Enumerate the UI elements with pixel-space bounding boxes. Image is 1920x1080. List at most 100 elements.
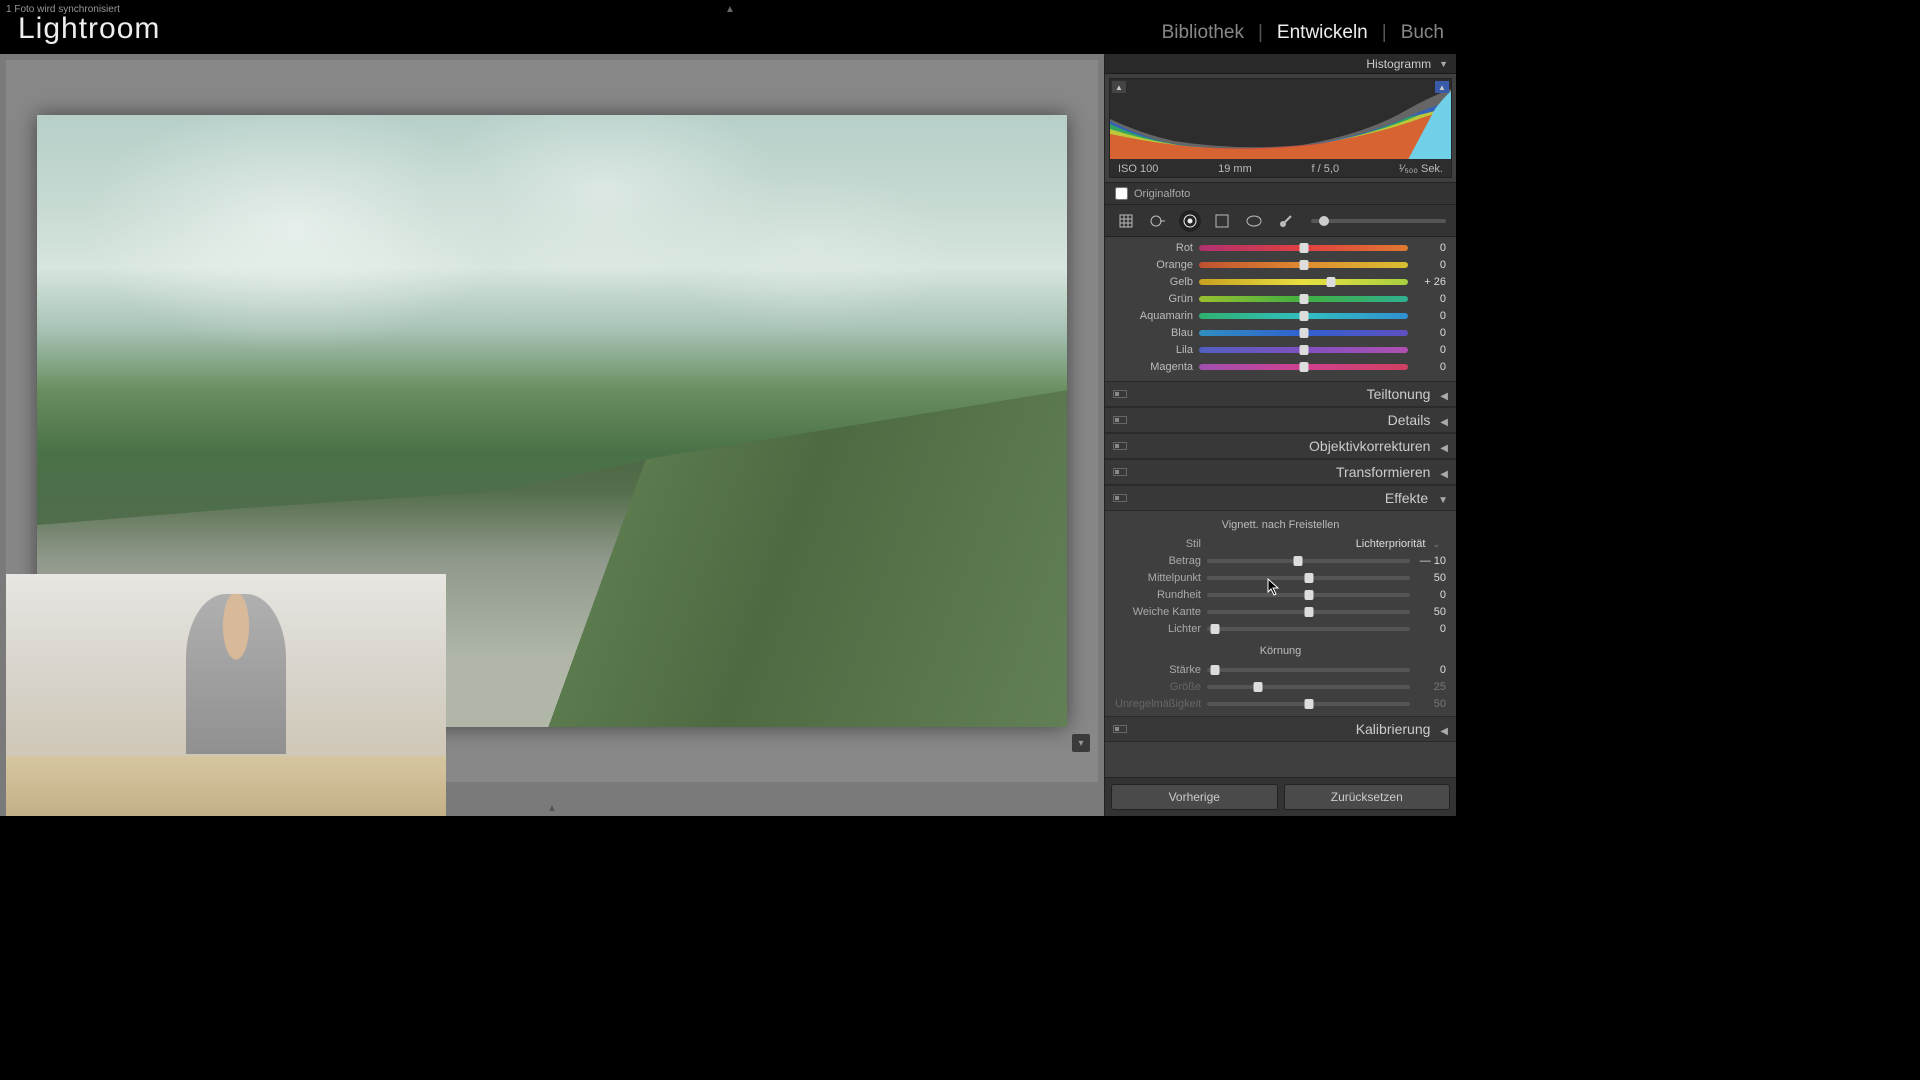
brush-tool-icon[interactable] [1275,210,1297,232]
panel-toggle-switch[interactable] [1113,416,1127,424]
effect-value[interactable]: 0 [1416,589,1446,601]
effect-slider-track[interactable] [1207,593,1410,597]
slider-handle[interactable] [1299,345,1308,355]
calibration-toggle-switch[interactable] [1113,725,1127,733]
slider-handle[interactable] [1304,573,1313,583]
effect-label: Betrag [1115,555,1201,567]
hsl-slider-track[interactable] [1199,245,1408,251]
hsl-slider-track[interactable] [1199,347,1408,353]
graduated-filter-tool-icon[interactable] [1211,210,1233,232]
slider-handle[interactable] [1299,311,1308,321]
app-title: Lightroom [18,12,160,46]
slider-handle[interactable] [1211,624,1220,634]
panel-title: Teiltonung [1367,386,1431,402]
hsl-label: Orange [1115,259,1193,271]
crop-tool-icon[interactable] [1115,210,1137,232]
collapsed-panel-header[interactable]: Details ◀ [1105,407,1456,433]
hsl-value[interactable]: 0 [1414,293,1446,305]
effects-panel-header[interactable]: Effekte ▼ [1105,485,1456,511]
mask-amount-slider[interactable] [1311,219,1446,223]
hsl-slider-track[interactable] [1199,279,1408,285]
module-separator: | [1382,22,1387,44]
effect-slider-track[interactable] [1207,559,1410,563]
slider-handle[interactable] [1304,590,1313,600]
module-book[interactable]: Buch [1401,22,1444,44]
bottom-collapse-handle[interactable]: ▲ [547,803,557,814]
slider-handle[interactable] [1299,294,1308,304]
hsl-value[interactable]: 0 [1414,259,1446,271]
effect-value[interactable]: 50 [1416,606,1446,618]
hsl-value[interactable]: 0 [1414,310,1446,322]
hsl-value[interactable]: + 26 [1414,276,1446,288]
hsl-value[interactable]: 0 [1414,327,1446,339]
reset-button[interactable]: Zurücksetzen [1284,784,1451,810]
hsl-label: Blau [1115,327,1193,339]
panel-toggle-switch[interactable] [1113,442,1127,450]
effect-label: Weiche Kante [1115,606,1201,618]
effect-slider-track[interactable] [1207,702,1410,706]
effect-value[interactable]: 50 [1416,572,1446,584]
panel-scroll-body: Rot 0 Orange 0 Gelb + 26 Grün 0 Aquamari… [1105,237,1456,777]
collapsed-panel-header[interactable]: Transformieren ◀ [1105,459,1456,485]
slider-handle[interactable] [1299,260,1308,270]
panel-title: Details [1388,412,1431,428]
panel-toggle-switch[interactable] [1113,468,1127,476]
collapsed-panel-header[interactable]: Teiltonung ◀ [1105,381,1456,407]
effect-label: Lichter [1115,623,1201,635]
hsl-slider-row: Aquamarin 0 [1115,307,1446,324]
hsl-value[interactable]: 0 [1414,242,1446,254]
effect-slider-track[interactable] [1207,627,1410,631]
effect-value[interactable]: 50 [1416,698,1446,710]
filmstrip-toggle[interactable]: ▾ [1072,734,1090,752]
redeye-tool-icon[interactable] [1179,210,1201,232]
highlight-clip-indicator[interactable]: ▲ [1435,81,1449,93]
hsl-slider-track[interactable] [1199,330,1408,336]
presenter [186,594,286,754]
previous-button[interactable]: Vorherige [1111,784,1278,810]
hsl-slider-track[interactable] [1199,262,1408,268]
slider-handle[interactable] [1304,699,1313,709]
exif-strip: ISO 100 19 mm f / 5,0 ¹⁄₅₀₀ Sek. [1110,163,1451,175]
effect-value[interactable]: 25 [1416,681,1446,693]
radial-filter-tool-icon[interactable] [1243,210,1265,232]
hsl-slider-track[interactable] [1199,364,1408,370]
grain-section-title: Körnung [1115,645,1446,657]
top-collapse-handle[interactable]: ▲ [725,4,735,15]
hsl-value[interactable]: 0 [1414,344,1446,356]
hsl-slider-track[interactable] [1199,296,1408,302]
collapsed-panel-header[interactable]: Objektivkorrekturen ◀ [1105,433,1456,459]
exif-iso: ISO 100 [1118,163,1158,175]
slider-handle[interactable] [1294,556,1303,566]
effect-slider-track[interactable] [1207,610,1410,614]
original-photo-row[interactable]: Originalfoto [1105,182,1456,205]
effect-slider-track[interactable] [1207,668,1410,672]
histogram[interactable]: ▲ ▲ ISO 100 19 mm f / 5,0 ¹⁄₅₀₀ Sek. [1109,78,1452,178]
original-photo-checkbox[interactable] [1115,187,1128,200]
hsl-slider-track[interactable] [1199,313,1408,319]
calibration-panel-header[interactable]: Kalibrierung ◀ [1105,716,1456,742]
effect-slider-track[interactable] [1207,685,1410,689]
effect-slider-row: Stärke 0 [1115,661,1446,678]
shadow-clip-indicator[interactable]: ▲ [1112,81,1126,93]
panel-toggle-switch[interactable] [1113,390,1127,398]
slider-handle[interactable] [1326,277,1335,287]
exif-shutter: ¹⁄₅₀₀ Sek. [1399,163,1443,175]
hsl-value[interactable]: 0 [1414,361,1446,373]
spot-removal-tool-icon[interactable] [1147,210,1169,232]
module-develop[interactable]: Entwickeln [1277,22,1368,44]
slider-handle[interactable] [1253,682,1262,692]
effect-value[interactable]: 0 [1416,664,1446,676]
slider-handle[interactable] [1299,328,1308,338]
vignette-style-dropdown[interactable]: Lichterpriorität ⌄ [1207,538,1446,550]
effect-slider-track[interactable] [1207,576,1410,580]
slider-handle[interactable] [1304,607,1313,617]
slider-handle[interactable] [1211,665,1220,675]
module-library[interactable]: Bibliothek [1162,22,1244,44]
effect-value[interactable]: — 10 [1416,555,1446,567]
histogram-header[interactable]: Histogramm ▼ [1105,54,1456,74]
effects-toggle-switch[interactable] [1113,494,1127,502]
slider-handle[interactable] [1319,216,1329,226]
slider-handle[interactable] [1299,362,1308,372]
slider-handle[interactable] [1299,243,1308,253]
effect-value[interactable]: 0 [1416,623,1446,635]
